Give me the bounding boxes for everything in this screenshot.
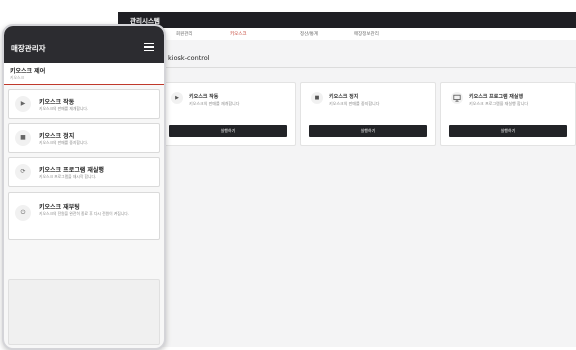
card-kiosk-stop: ■ 키오스크 정지 키오스크의 판매를 중지합니다 실행하기 xyxy=(300,82,436,146)
desktop-content: kiosk-control ▶ 키오스크 작동 키오스크의 판매를 재개합니다 … xyxy=(118,40,576,347)
play-icon: ▶ xyxy=(15,96,31,112)
page-title: kiosk-control xyxy=(168,54,210,62)
mobile-app-title: 매장관리자 xyxy=(11,44,46,53)
mobile-header: 매장관리자 xyxy=(4,26,164,63)
nav-item-stats[interactable]: 정산/통계 xyxy=(300,31,318,37)
desktop-topbar: 관리시스템 xyxy=(118,12,576,28)
section-header: 키오스크 제어 키오스크 xyxy=(4,63,164,85)
list-item-kiosk-start[interactable]: ▶ 키오스크 작동 키오스크의 판매를 재개합니다. xyxy=(8,89,160,119)
stop-icon: ■ xyxy=(311,92,323,104)
item-title: 키오스크 정지 xyxy=(39,133,75,140)
item-desc: 키오스크의 전원을 완전히 종료 후 다시 전원이 켜집니다. xyxy=(39,211,129,216)
hamburger-menu-icon[interactable] xyxy=(144,43,154,51)
item-desc: 키오스크의 판매를 중지합니다. xyxy=(39,140,89,145)
card-desc: 키오스크의 판매를 재개합니다 xyxy=(189,101,240,106)
list-item-kiosk-reboot[interactable]: ⏻ 키오스크 재부팅 키오스크의 전원을 완전히 종료 후 다시 전원이 켜집니… xyxy=(8,192,160,240)
item-desc: 키오스크의 판매를 재개합니다. xyxy=(39,106,89,111)
item-desc: 키오스크 프로그램을 재시작 합니다. xyxy=(39,174,97,179)
card-title: 키오스크 작동 xyxy=(189,94,219,100)
card-desc: 키오스크 프로그램을 재실행 합니다 xyxy=(469,101,529,106)
run-button[interactable]: 실행하기 xyxy=(309,125,427,137)
divider xyxy=(118,67,576,68)
section-title: 키오스크 제어 xyxy=(10,68,46,75)
section-subtitle: 키오스크 xyxy=(10,75,24,80)
item-title: 키오스크 작동 xyxy=(39,99,75,106)
mobile-phone-frame: 매장관리자 키오스크 제어 키오스크 ▶ 키오스크 작동 키오스크의 판매를 재… xyxy=(2,24,166,350)
monitor-icon xyxy=(451,92,463,104)
list-item-kiosk-stop[interactable]: ■ 키오스크 정지 키오스크의 판매를 중지합니다. xyxy=(8,123,160,153)
nav-item-members[interactable]: 회원관리 xyxy=(176,31,193,37)
run-button[interactable]: 실행하기 xyxy=(449,125,567,137)
play-icon: ▶ xyxy=(171,92,183,104)
run-button[interactable]: 실행하기 xyxy=(169,125,287,137)
card-title: 키오스크 프로그램 재실행 xyxy=(469,94,524,100)
nav-item-store-info[interactable]: 매장정보관리 xyxy=(354,31,379,37)
card-kiosk-restart: 키오스크 프로그램 재실행 키오스크 프로그램을 재실행 합니다 실행하기 xyxy=(440,82,576,146)
power-icon: ⏻ xyxy=(15,205,31,221)
card-desc: 키오스크의 판매를 중지합니다 xyxy=(329,101,380,106)
item-title: 키오스크 프로그램 재실행 xyxy=(39,167,104,174)
stop-icon: ■ xyxy=(15,130,31,146)
item-title: 키오스크 재부팅 xyxy=(39,204,80,211)
mobile-empty-area xyxy=(8,279,160,345)
refresh-icon: ⟳ xyxy=(15,164,31,180)
list-item-kiosk-restart[interactable]: ⟳ 키오스크 프로그램 재실행 키오스크 프로그램을 재시작 합니다. xyxy=(8,157,160,187)
card-kiosk-start: ▶ 키오스크 작동 키오스크의 판매를 재개합니다 실행하기 xyxy=(160,82,296,146)
card-title: 키오스크 정지 xyxy=(329,94,359,100)
nav-item-kiosk[interactable]: 키오스크 xyxy=(230,31,247,37)
